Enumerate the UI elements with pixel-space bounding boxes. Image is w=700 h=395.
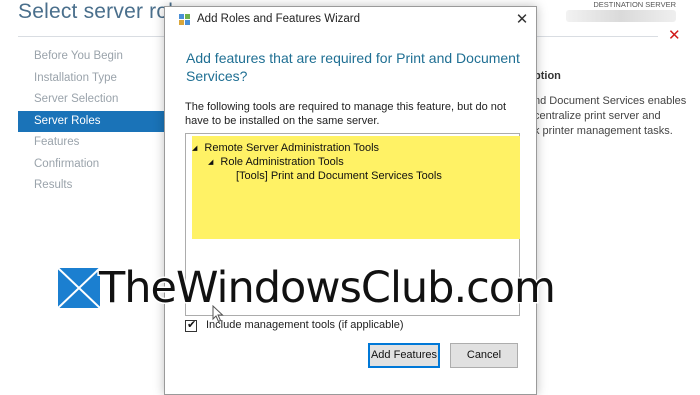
dialog-heading: Add features that are required for Print… (186, 50, 520, 84)
nav-item-installation-type[interactable]: Installation Type (18, 68, 166, 90)
tree-item-remote-server-admin-tools[interactable]: ◢ Remote Server Administration Tools (192, 142, 379, 154)
collapse-arrow-icon[interactable]: ◢ (208, 158, 213, 166)
tree-item-role-admin-tools[interactable]: ◢ Role Administration Tools (208, 156, 344, 168)
windowsclub-logo-icon (58, 268, 100, 308)
dialog-title: Add Roles and Features Wizard (197, 13, 360, 25)
dialog-body-text: The following tools are required to mana… (185, 101, 507, 127)
watermark-text: TheWindowsClub.com (98, 262, 558, 315)
description-line: k printer management tasks. (534, 125, 673, 137)
dialog-titlebar[interactable]: Add Roles and Features Wizard ✕ (165, 7, 536, 33)
wizard-nav: Before You Begin Installation Type Serve… (18, 46, 166, 197)
nav-item-results[interactable]: Results (18, 175, 166, 197)
nav-item-confirmation[interactable]: Confirmation (18, 154, 166, 176)
include-management-tools-checkbox[interactable]: ✔ (185, 319, 197, 332)
include-management-tools-label[interactable]: Include management tools (if applicable) (206, 319, 404, 331)
add-features-button[interactable]: Add Features (368, 343, 440, 368)
nav-item-server-roles[interactable]: Server Roles (18, 110, 166, 132)
description-line: centralize print server and (534, 110, 661, 122)
wizard-icon (179, 14, 190, 25)
destination-server-name (566, 10, 676, 22)
dialog-close-icon[interactable]: ✕ (513, 11, 531, 29)
close-icon[interactable]: ✕ (668, 28, 681, 43)
checkmark-icon: ✔ (187, 319, 197, 331)
cancel-button[interactable]: Cancel (450, 343, 518, 368)
collapse-arrow-icon[interactable]: ◢ (192, 144, 197, 152)
add-features-dialog: Add Roles and Features Wizard ✕ Add feat… (164, 6, 537, 395)
nav-item-before-you-begin[interactable]: Before You Begin (18, 46, 166, 68)
nav-item-features[interactable]: Features (18, 132, 166, 154)
destination-server-label: DESTINATION SERVER (593, 0, 676, 9)
nav-item-server-selection[interactable]: Server Selection (18, 89, 166, 111)
tree-item-print-document-tools[interactable]: [Tools] Print and Document Services Tool… (236, 170, 442, 182)
description-line: nd Document Services enables (534, 95, 687, 107)
role-description: nd Document Services enables centralize … (534, 94, 700, 139)
description-heading: ption (534, 70, 561, 82)
mouse-cursor-icon (212, 305, 224, 323)
